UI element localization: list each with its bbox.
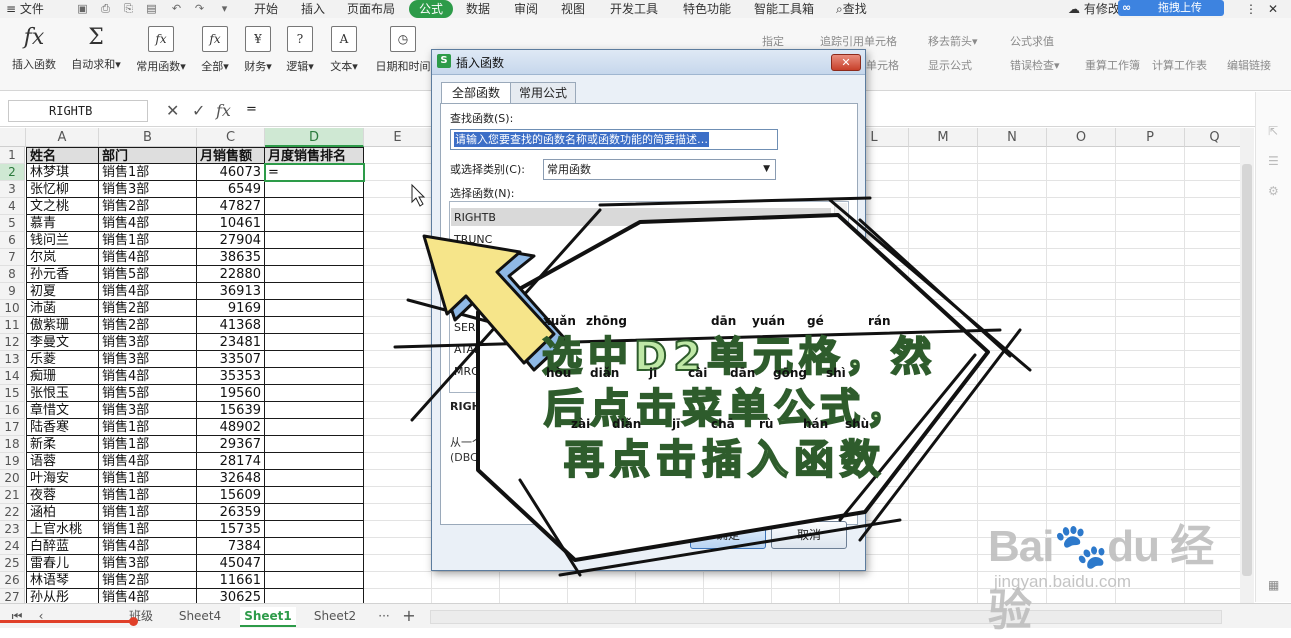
pinyin: jī [649, 366, 658, 380]
pinyin: cài [688, 366, 708, 380]
pinyin: shù [845, 417, 870, 431]
pinyin: dān [711, 314, 737, 328]
pinyin: zài [571, 417, 591, 431]
pinyin: yuán [752, 314, 786, 328]
pinyin: rán [868, 314, 891, 328]
mouse-cursor-icon [411, 183, 426, 207]
pinyin: rù [759, 417, 774, 431]
pinyin: xuǎn [543, 314, 576, 328]
pinyin: jī [672, 417, 681, 431]
pinyin: chā [711, 417, 735, 431]
pinyin: gé [807, 314, 824, 328]
pinyin: diǎn [590, 366, 620, 380]
pinyin: diǎn [612, 417, 642, 431]
pinyin: hòu [546, 366, 572, 380]
pinyin: dān [730, 366, 756, 380]
pinyin: gōng [773, 366, 807, 380]
pinyin: shì [826, 366, 846, 380]
pinyin: hán [803, 417, 829, 431]
pinyin: zhōng [586, 314, 627, 328]
caption-line-3: 再点击插入函数 [563, 436, 886, 484]
tutorial-overlay [393, 183, 1032, 577]
